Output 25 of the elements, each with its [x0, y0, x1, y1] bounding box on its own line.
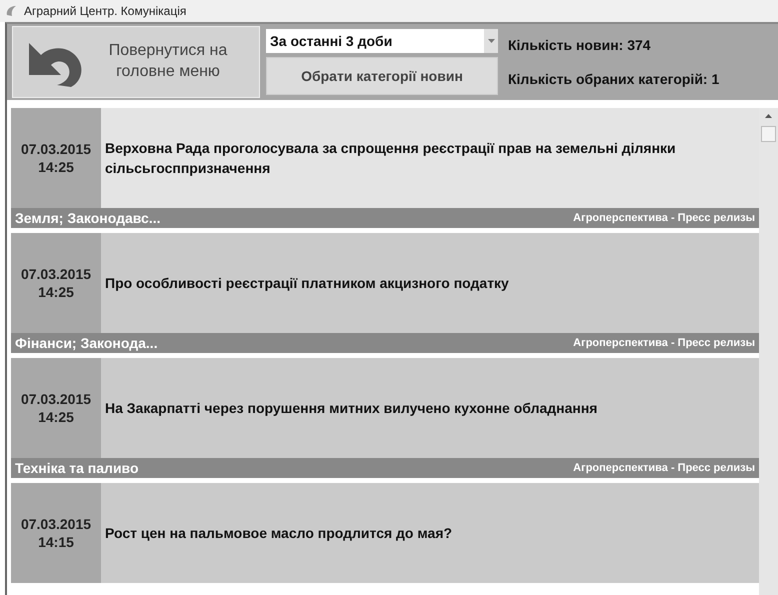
scroll-up-icon[interactable] [765, 114, 772, 118]
news-categories: Земля; Законодавс... [15, 210, 160, 226]
scrollbar[interactable] [759, 108, 778, 595]
news-categories: Фінанси; Законода... [15, 335, 158, 351]
news-source: Агроперспектива - Пресс релизы [573, 462, 755, 474]
categories-count: Кількість обраних категорій: 1 [508, 71, 720, 87]
dropdown-arrow-icon [488, 39, 494, 43]
news-source: Агроперспектива - Пресс релизы [573, 337, 755, 349]
news-date: 07.03.2015 14:15 [20, 514, 92, 552]
news-date: 07.03.2015 14:25 [20, 140, 92, 176]
period-dropdown[interactable]: За останні 3 доби [266, 29, 498, 53]
news-count: Кількість новин: 374 [508, 37, 652, 53]
news-title: Рост цен на пальмовое масло продлится до мая? [104, 524, 454, 543]
news-title: Про особливості реєстрації платником акцизного податку [104, 274, 510, 293]
news-title: Верховна Рада проголосувала за спрощення реєстрації прав на земельні ділянки сільсьгосппризначення [104, 138, 677, 178]
scroll-thumb[interactable] [761, 126, 776, 142]
news-date: 07.03.2015 14:25 [20, 390, 92, 426]
news-title: На Закарпатті через порушення митних вилучено кухонне обладнання [104, 398, 598, 418]
categories-button[interactable]: Обрати категорії новин [266, 57, 498, 95]
window-title: Аграрний Центр. Комунікація [24, 4, 186, 18]
news-item[interactable]: 07.03.2015 14:25 Верховна Рада проголосувала за спрощення реєстрації прав на земельні ділянки сільсьгосппризначення [11, 108, 759, 208]
news-source: Агроперспектива - Пресс релизы [573, 212, 755, 224]
news-categories: Техніка та паливо [15, 460, 139, 476]
news-date: 07.03.2015 14:25 [20, 264, 92, 302]
back-button[interactable]: Повернутися на головне меню [12, 26, 260, 98]
